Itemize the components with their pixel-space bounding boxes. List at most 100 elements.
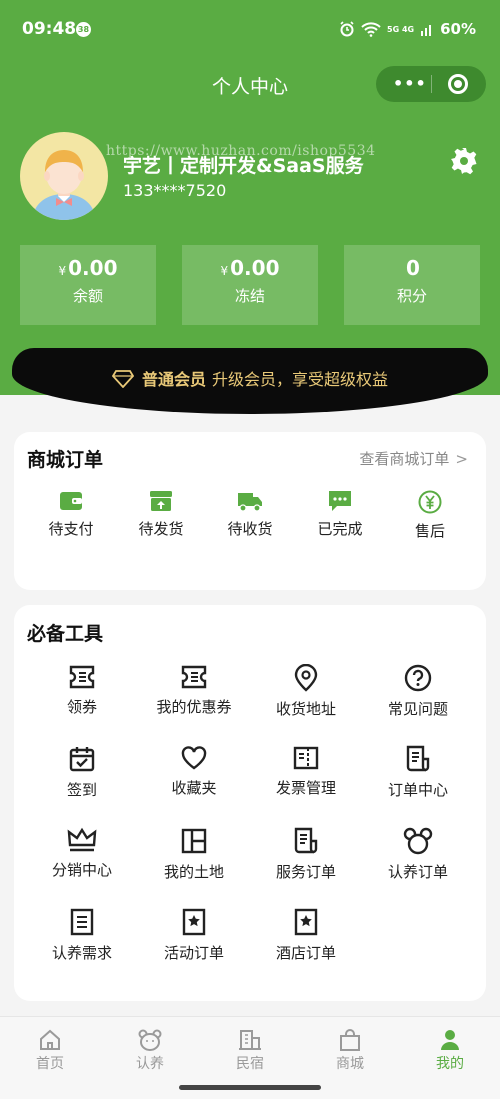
orders-title: 商城订单 (27, 449, 104, 471)
tab-adoption[interactable]: 认养 (100, 1029, 200, 1073)
tab-label: 我的 (436, 1056, 464, 1072)
mini-program-capsule: ••• (376, 66, 486, 102)
document-icon (406, 745, 430, 772)
location-pin-icon (294, 664, 318, 692)
balance-stat[interactable]: ¥0.00 余额 (20, 245, 156, 325)
points-stat[interactable]: 0 积分 (344, 245, 480, 325)
person-icon (441, 1030, 459, 1050)
order-label: 待支付 (48, 520, 94, 538)
tool-shipping-address[interactable]: 收货地址 (246, 664, 366, 719)
tool-label: 认养订单 (387, 863, 448, 881)
status-time: 09:48 (22, 19, 77, 39)
tool-label: 收藏夹 (171, 779, 217, 797)
star-bookmark-icon (294, 908, 318, 936)
view-all-orders-link[interactable]: 查看商城订单 > (359, 448, 468, 469)
order-label: 已完成 (317, 520, 363, 538)
ticket-icon (69, 665, 95, 689)
tool-label: 我的土地 (163, 863, 224, 881)
calendar-check-icon (69, 747, 95, 772)
order-pending-receipt[interactable]: 待收货 (210, 490, 290, 539)
heart-icon (181, 746, 207, 770)
tab-homestay[interactable]: 民宿 (200, 1029, 300, 1073)
tool-adoption-orders[interactable]: 认养订单 (358, 827, 478, 882)
home-icon (40, 1029, 60, 1050)
grid-icon (181, 828, 207, 854)
tool-hotel-orders[interactable]: 酒店订单 (246, 908, 366, 963)
tab-mine[interactable]: 我的 (400, 1029, 500, 1073)
building-icon (239, 1030, 261, 1050)
tool-my-coupons[interactable]: 我的优惠券 (134, 664, 254, 717)
document-icon (294, 827, 318, 854)
notification-badge: 38 (76, 22, 91, 37)
more-options-icon[interactable]: ••• (393, 74, 427, 93)
tool-label: 认养需求 (51, 944, 112, 962)
list-doc-icon (70, 908, 94, 936)
settings-gear-icon[interactable] (450, 147, 478, 175)
wallet-icon (60, 492, 82, 510)
stat-label: 余额 (72, 287, 103, 305)
order-pending-payment[interactable]: 待支付 (31, 490, 111, 539)
chat-dots-icon (329, 491, 351, 511)
tool-label: 我的优惠券 (156, 698, 232, 716)
signal-icon (421, 25, 432, 36)
tool-coupons[interactable]: 领券 (22, 664, 142, 717)
order-label: 待收货 (227, 520, 273, 538)
tool-label: 常见问题 (387, 700, 448, 718)
close-program-icon[interactable] (448, 74, 468, 94)
vip-upgrade-text: 升级会员，享受超级权益 (212, 370, 389, 389)
order-after-sales[interactable]: 售后 (390, 490, 470, 541)
tool-label: 领券 (66, 698, 97, 716)
battery-level: 60% (440, 20, 476, 38)
tool-invoice-management[interactable]: 发票管理 (246, 745, 366, 798)
frozen-stat[interactable]: ¥0.00 冻结 (182, 245, 318, 325)
bear-icon (403, 827, 433, 855)
status-indicators: 5G 4G 60% (339, 20, 476, 38)
tool-label: 分销中心 (51, 861, 112, 879)
tool-order-center[interactable]: 订单中心 (358, 745, 478, 800)
tool-my-land[interactable]: 我的土地 (134, 827, 254, 882)
home-indicator (179, 1085, 321, 1090)
diamond-icon (111, 370, 134, 388)
status-bar: 09:48 38 5G 4G 60% (0, 0, 500, 60)
shopping-bag-icon (340, 1029, 360, 1051)
vip-banner[interactable]: 普通会员 升级会员，享受超级权益 (12, 348, 488, 414)
star-bookmark-icon (182, 908, 206, 936)
vip-level: 普通会员 (141, 370, 206, 389)
tool-distribution-center[interactable]: 分销中心 (22, 827, 142, 880)
tool-faq[interactable]: 常见问题 (358, 664, 478, 719)
tool-label: 酒店订单 (275, 944, 336, 962)
tool-activity-orders[interactable]: 活动订单 (134, 908, 254, 963)
order-completed[interactable]: 已完成 (300, 490, 380, 539)
stat-label: 积分 (396, 287, 427, 305)
tab-label: 民宿 (236, 1056, 264, 1072)
invoice-icon (293, 746, 319, 770)
avatar[interactable] (20, 132, 108, 220)
tool-check-in[interactable]: 签到 (22, 745, 142, 800)
chevron-right-icon: > (455, 450, 468, 468)
order-label: 售后 (414, 522, 445, 540)
tab-home[interactable]: 首页 (0, 1029, 100, 1073)
question-circle-icon (404, 664, 432, 692)
tab-mall[interactable]: 商城 (300, 1029, 400, 1073)
user-phone: 133****7520 (123, 181, 227, 200)
tool-label: 收货地址 (275, 700, 336, 718)
tool-label: 订单中心 (387, 781, 448, 799)
yen-circle-icon (418, 490, 442, 514)
order-pending-shipment[interactable]: 待发货 (121, 490, 201, 539)
truck-icon (238, 493, 262, 512)
tools-title: 必备工具 (27, 623, 104, 645)
capsule-divider (431, 75, 432, 93)
bear-face-icon (138, 1029, 162, 1051)
tool-favorites[interactable]: 收藏夹 (134, 745, 254, 798)
tool-service-orders[interactable]: 服务订单 (246, 827, 366, 882)
user-name: 宇艺丨定制开发&SaaS服务 (123, 155, 364, 177)
stat-label: 冻结 (234, 287, 265, 305)
tab-label: 首页 (36, 1056, 64, 1072)
stat-value: 0 (406, 256, 420, 280)
tool-adoption-needs[interactable]: 认养需求 (22, 908, 142, 963)
network-label: 5G 4G (387, 24, 415, 34)
box-up-icon (150, 491, 172, 511)
tool-label: 发票管理 (275, 779, 336, 797)
stat-value: ¥0.00 (58, 256, 118, 280)
crown-icon (67, 827, 97, 852)
